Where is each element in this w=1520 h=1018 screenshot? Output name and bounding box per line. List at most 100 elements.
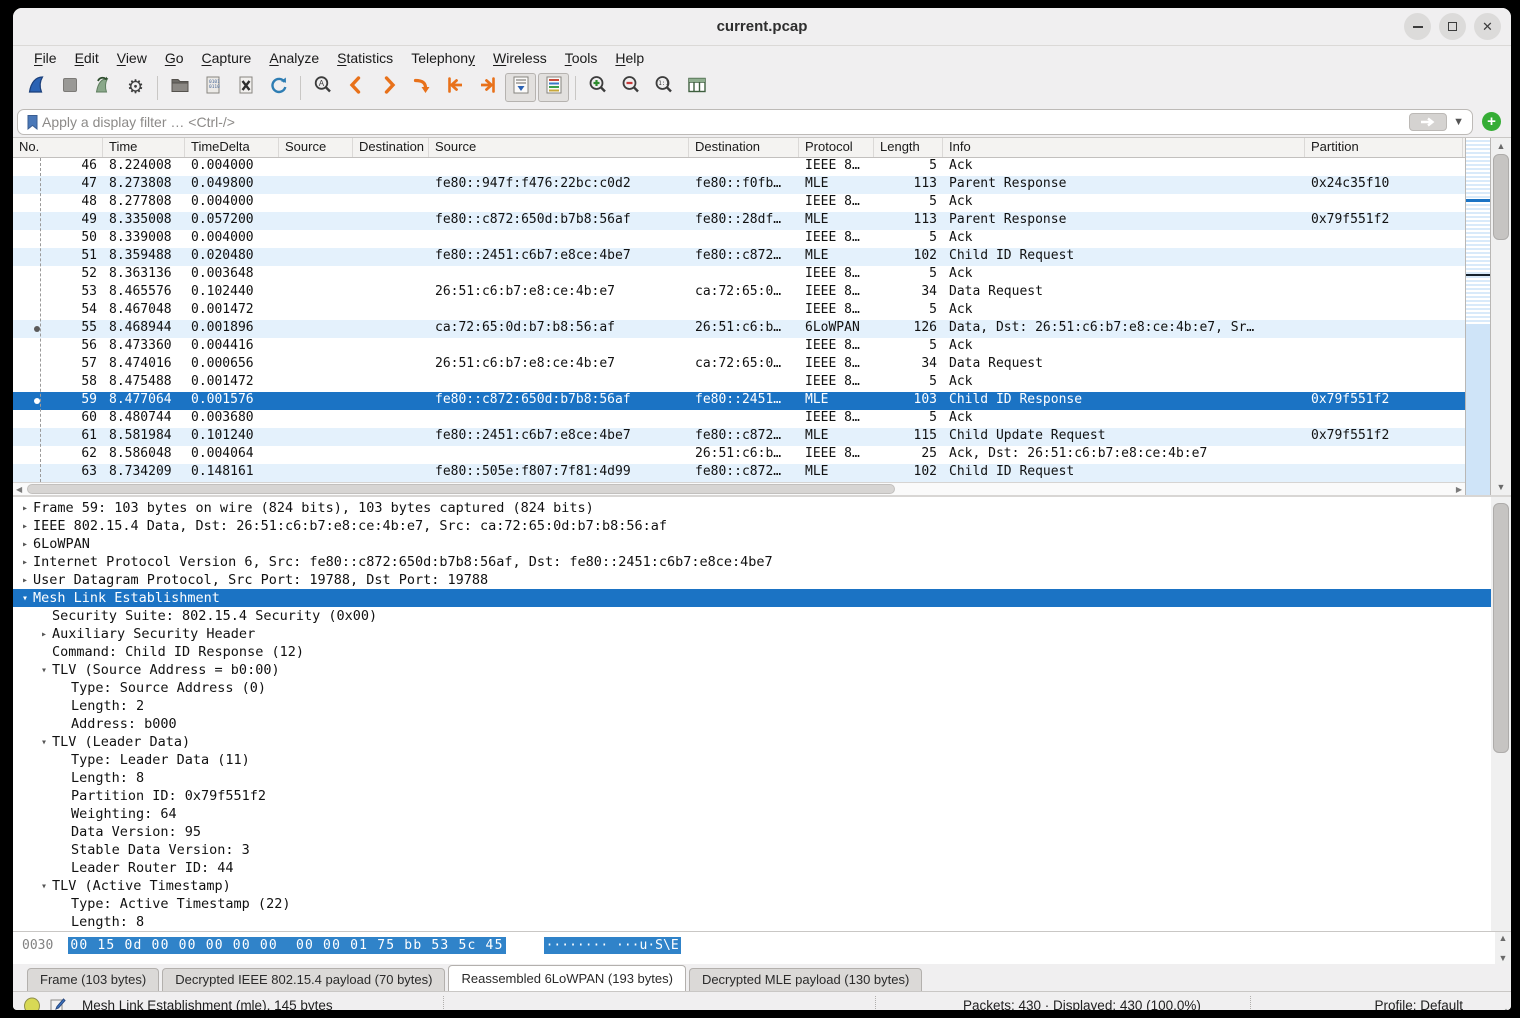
expander-collapsed-icon[interactable]: ▸: [17, 503, 33, 514]
resize-columns-button[interactable]: [681, 73, 712, 102]
menu-help[interactable]: Help: [606, 48, 653, 68]
tree-row[interactable]: ▸6LoWPAN: [13, 535, 1491, 553]
vscroll-up-arrow-icon[interactable]: ▲: [1491, 141, 1511, 151]
capture-comment-icon[interactable]: [49, 997, 66, 1010]
packet-list-vscroll-thumb[interactable]: [1493, 154, 1509, 240]
go-back-button[interactable]: [340, 73, 371, 102]
packet-row-62[interactable]: 628.5860480.00406426:51:c6:b…IEEE 8…25Ac…: [13, 446, 1465, 464]
column-header-source-3[interactable]: Source: [279, 138, 353, 157]
minimize-button[interactable]: [1404, 13, 1431, 40]
column-header-partition-10[interactable]: Partition: [1305, 138, 1463, 157]
save-file-button[interactable]: 01010110: [197, 73, 228, 102]
expander-expanded-icon[interactable]: ▾: [36, 665, 52, 676]
expander-expanded-icon[interactable]: ▾: [36, 881, 52, 892]
bytes-vscrollbar[interactable]: ▲ ▼: [1495, 932, 1511, 964]
packet-row-57[interactable]: 578.4740160.00065626:51:c6:b7:e8:ce:4b:e…: [13, 356, 1465, 374]
bytes-tab[interactable]: Reassembled 6LoWPAN (193 bytes): [448, 965, 685, 991]
packet-list-hscrollbar[interactable]: ◀ ▶: [13, 482, 1465, 495]
open-file-button[interactable]: [164, 73, 195, 102]
hex-bytes-selected[interactable]: 00 15 0d 00 00 00 00 00 00 00 01 75 bb 5…: [68, 937, 505, 954]
packet-list-vscrollbar[interactable]: ▲ ▼: [1491, 138, 1511, 495]
bytes-tab[interactable]: Decrypted MLE payload (130 bytes): [689, 968, 922, 991]
menu-tools[interactable]: Tools: [556, 48, 607, 68]
column-header-time-1[interactable]: Time: [103, 138, 185, 157]
packet-row-49[interactable]: 498.3350080.057200fe80::c872:650d:b7b8:5…: [13, 212, 1465, 230]
display-filter-box[interactable]: ▼: [17, 109, 1473, 135]
column-header-destination-4[interactable]: Destination: [353, 138, 429, 157]
menu-statistics[interactable]: Statistics: [328, 48, 402, 68]
resize-grip[interactable]: [1498, 1006, 1508, 1010]
menu-file[interactable]: File: [25, 48, 66, 68]
packet-row-52[interactable]: 528.3631360.003648IEEE 8…5Ack: [13, 266, 1465, 284]
status-profile[interactable]: Profile: Default: [1374, 998, 1463, 1010]
expander-collapsed-icon[interactable]: ▸: [17, 557, 33, 568]
bytes-scroll-down-icon[interactable]: ▼: [1495, 953, 1511, 963]
tree-row[interactable]: Command: Child ID Response (12): [13, 643, 1491, 661]
wireshark-fin-start-button[interactable]: [21, 73, 52, 102]
menu-capture[interactable]: Capture: [193, 48, 261, 68]
bytes-scroll-up-icon[interactable]: ▲: [1495, 933, 1511, 943]
apply-filter-button[interactable]: [1409, 113, 1447, 131]
tree-row[interactable]: Type: Active Timestamp (22): [13, 895, 1491, 913]
menu-wireless[interactable]: Wireless: [484, 48, 556, 68]
column-header-destination-6[interactable]: Destination: [689, 138, 799, 157]
tree-row[interactable]: ▾TLV (Active Timestamp): [13, 877, 1491, 895]
menu-view[interactable]: View: [108, 48, 156, 68]
tree-row[interactable]: Type: Source Address (0): [13, 679, 1491, 697]
stop-capture-button[interactable]: [54, 73, 85, 102]
expander-collapsed-icon[interactable]: ▸: [17, 521, 33, 532]
hscroll-right-arrow-icon[interactable]: ▶: [1456, 485, 1462, 494]
tree-row[interactable]: ▸IEEE 802.15.4 Data, Dst: 26:51:c6:b7:e8…: [13, 517, 1491, 535]
packet-row-50[interactable]: 508.3390080.004000IEEE 8…5Ack: [13, 230, 1465, 248]
close-button[interactable]: ✕: [1474, 13, 1501, 40]
packet-row-61[interactable]: 618.5819840.101240fe80::2451:c6b7:e8ce:4…: [13, 428, 1465, 446]
packet-row-56[interactable]: 568.4733600.004416IEEE 8…5Ack: [13, 338, 1465, 356]
packet-row-51[interactable]: 518.3594880.020480fe80::2451:c6b7:e8ce:4…: [13, 248, 1465, 266]
tree-row[interactable]: Type: Leader Data (11): [13, 751, 1491, 769]
tree-row[interactable]: Length: 2: [13, 697, 1491, 715]
last-packet-button[interactable]: [472, 73, 503, 102]
hscroll-left-arrow-icon[interactable]: ◀: [16, 485, 22, 494]
packet-row-60[interactable]: 608.4807440.003680IEEE 8…5Ack: [13, 410, 1465, 428]
expander-collapsed-icon[interactable]: ▸: [17, 575, 33, 586]
tree-row[interactable]: ▸Frame 59: 103 bytes on wire (824 bits),…: [13, 499, 1491, 517]
zoom-reset-button[interactable]: 1:1: [648, 73, 679, 102]
tree-row[interactable]: ▾TLV (Source Address = b0:00): [13, 661, 1491, 679]
expert-info-icon[interactable]: [23, 997, 41, 1011]
intelligent-scrollbar-minimap[interactable]: [1465, 138, 1491, 495]
hex-dump-row[interactable]: 003000 15 0d 00 00 00 00 00 00 00 01 75 …: [13, 932, 1495, 964]
bytes-tab[interactable]: Decrypted IEEE 802.15.4 payload (70 byte…: [162, 968, 445, 991]
packet-row-59[interactable]: 598.4770640.001576fe80::c872:650d:b7b8:5…: [13, 392, 1465, 410]
restart-capture-button[interactable]: [87, 73, 118, 102]
column-header-protocol-7[interactable]: Protocol: [799, 138, 874, 157]
tree-row[interactable]: Length: 8: [13, 769, 1491, 787]
tree-row[interactable]: ▾TLV (Leader Data): [13, 733, 1491, 751]
bookmark-icon[interactable]: [24, 113, 42, 131]
auto-scroll-button[interactable]: [505, 73, 536, 102]
packet-row-58[interactable]: 588.4754880.001472IEEE 8…5Ack: [13, 374, 1465, 392]
column-header-length-8[interactable]: Length: [874, 138, 943, 157]
column-header-timedelta-2[interactable]: TimeDelta: [185, 138, 279, 157]
hscroll-thumb[interactable]: [27, 484, 895, 494]
tree-row[interactable]: Address: b000: [13, 715, 1491, 733]
display-filter-input[interactable]: [42, 114, 1409, 130]
packet-row-53[interactable]: 538.4655760.10244026:51:c6:b7:e8:ce:4b:e…: [13, 284, 1465, 302]
tree-row[interactable]: Data Version: 95: [13, 823, 1491, 841]
tree-row[interactable]: Security Suite: 802.15.4 Security (0x00): [13, 607, 1491, 625]
capture-options-button[interactable]: ⚙: [120, 73, 151, 102]
filter-dropdown-caret[interactable]: ▼: [1453, 116, 1464, 128]
tree-row[interactable]: Partition ID: 0x79f551f2: [13, 787, 1491, 805]
tree-row[interactable]: ▸Auxiliary Security Header: [13, 625, 1491, 643]
packet-row-54[interactable]: 548.4670480.001472IEEE 8…5Ack: [13, 302, 1465, 320]
menu-telephony[interactable]: Telephony: [402, 48, 484, 68]
tree-row[interactable]: Length: 8: [13, 913, 1491, 931]
add-filter-button[interactable]: +: [1482, 112, 1501, 131]
vscroll-down-arrow-icon[interactable]: ▼: [1491, 482, 1511, 492]
tree-row[interactable]: Stable Data Version: 3: [13, 841, 1491, 859]
details-vscrollbar[interactable]: [1491, 497, 1511, 931]
reload-file-button[interactable]: [263, 73, 294, 102]
menu-analyze[interactable]: Analyze: [260, 48, 328, 68]
packet-row-47[interactable]: 478.2738080.049800fe80::947f:f476:22bc:c…: [13, 176, 1465, 194]
close-file-button[interactable]: [230, 73, 261, 102]
go-to-packet-button[interactable]: [406, 73, 437, 102]
